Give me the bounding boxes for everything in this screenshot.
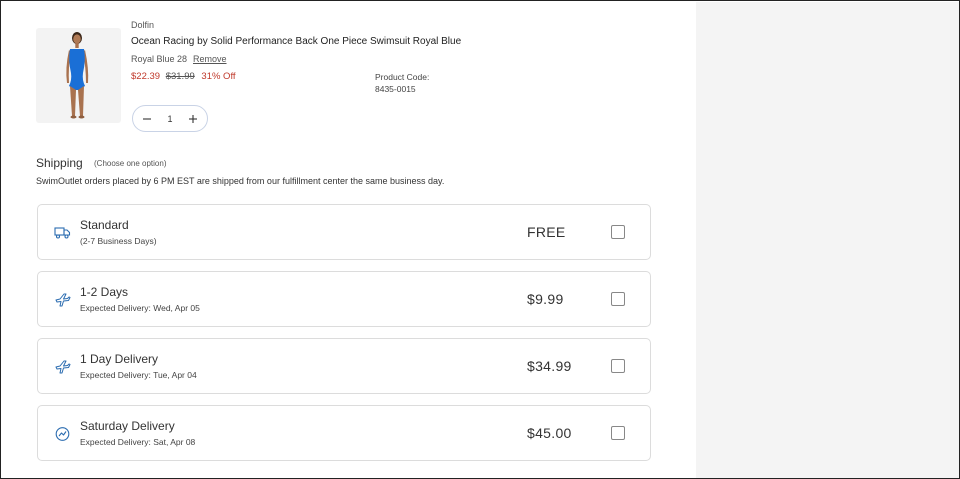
shipping-option-saturday[interactable]: Saturday Delivery Expected Delivery: Sat… [37,405,651,461]
shipping-option-1-day[interactable]: 1 Day Delivery Expected Delivery: Tue, A… [37,338,651,394]
shipping-option-1-2-days[interactable]: 1-2 Days Expected Delivery: Wed, Apr 05 … [37,271,651,327]
option-price: $9.99 [527,291,564,307]
product-code-value: 8435-0015 [375,84,416,94]
remove-link[interactable]: Remove [193,54,227,64]
discount-badge: 31% Off [201,71,236,82]
shipping-note: SwimOutlet orders placed by 6 PM EST are… [36,176,445,186]
option-subtitle: Expected Delivery: Wed, Apr 05 [80,303,200,313]
shipping-hint: (Choose one option) [94,159,167,168]
increase-quantity-button[interactable] [187,113,199,125]
truck-icon [54,224,71,241]
product-code-label: Product Code: [375,72,430,82]
product-variant: Royal Blue 28 [131,54,188,64]
decrease-quantity-button[interactable] [141,113,153,125]
product-image[interactable] [36,28,121,123]
quantity-value[interactable]: 1 [167,114,172,124]
plus-icon [188,114,197,123]
shipping-title: Shipping [36,156,83,170]
option-checkbox[interactable] [611,359,625,373]
price-row: $22.39 $31.99 31% Off [131,71,236,82]
original-price: $31.99 [165,71,195,82]
cart-main: Dolfin Ocean Racing by Solid Performance… [2,2,696,478]
page-frame: Dolfin Ocean Racing by Solid Performance… [0,0,960,479]
option-price: $34.99 [527,358,572,374]
plane-icon [54,291,71,308]
option-title: Standard [80,218,129,232]
option-checkbox[interactable] [611,225,625,239]
shipping-option-standard[interactable]: Standard (2-7 Business Days) FREE [37,204,651,260]
swimsuit-model-image [66,32,89,119]
option-title: 1 Day Delivery [80,352,159,366]
sale-price: $22.39 [131,71,161,82]
clock-icon [54,425,71,442]
option-title: 1-2 Days [80,285,129,299]
option-subtitle: Expected Delivery: Tue, Apr 04 [80,370,197,380]
quantity-stepper: 1 [132,105,208,132]
product-name[interactable]: Ocean Racing by Solid Performance Back O… [131,36,461,47]
order-summary-panel [696,2,959,478]
option-checkbox[interactable] [611,426,625,440]
option-title: Saturday Delivery [80,419,175,433]
option-subtitle: Expected Delivery: Sat, Apr 08 [80,437,196,447]
minus-icon [143,117,151,120]
option-checkbox[interactable] [611,292,625,306]
option-subtitle: (2-7 Business Days) [80,236,157,246]
plane-icon [54,358,71,375]
option-price: FREE [527,224,566,240]
option-price: $45.00 [527,425,572,441]
product-brand: Dolfin [131,20,155,30]
